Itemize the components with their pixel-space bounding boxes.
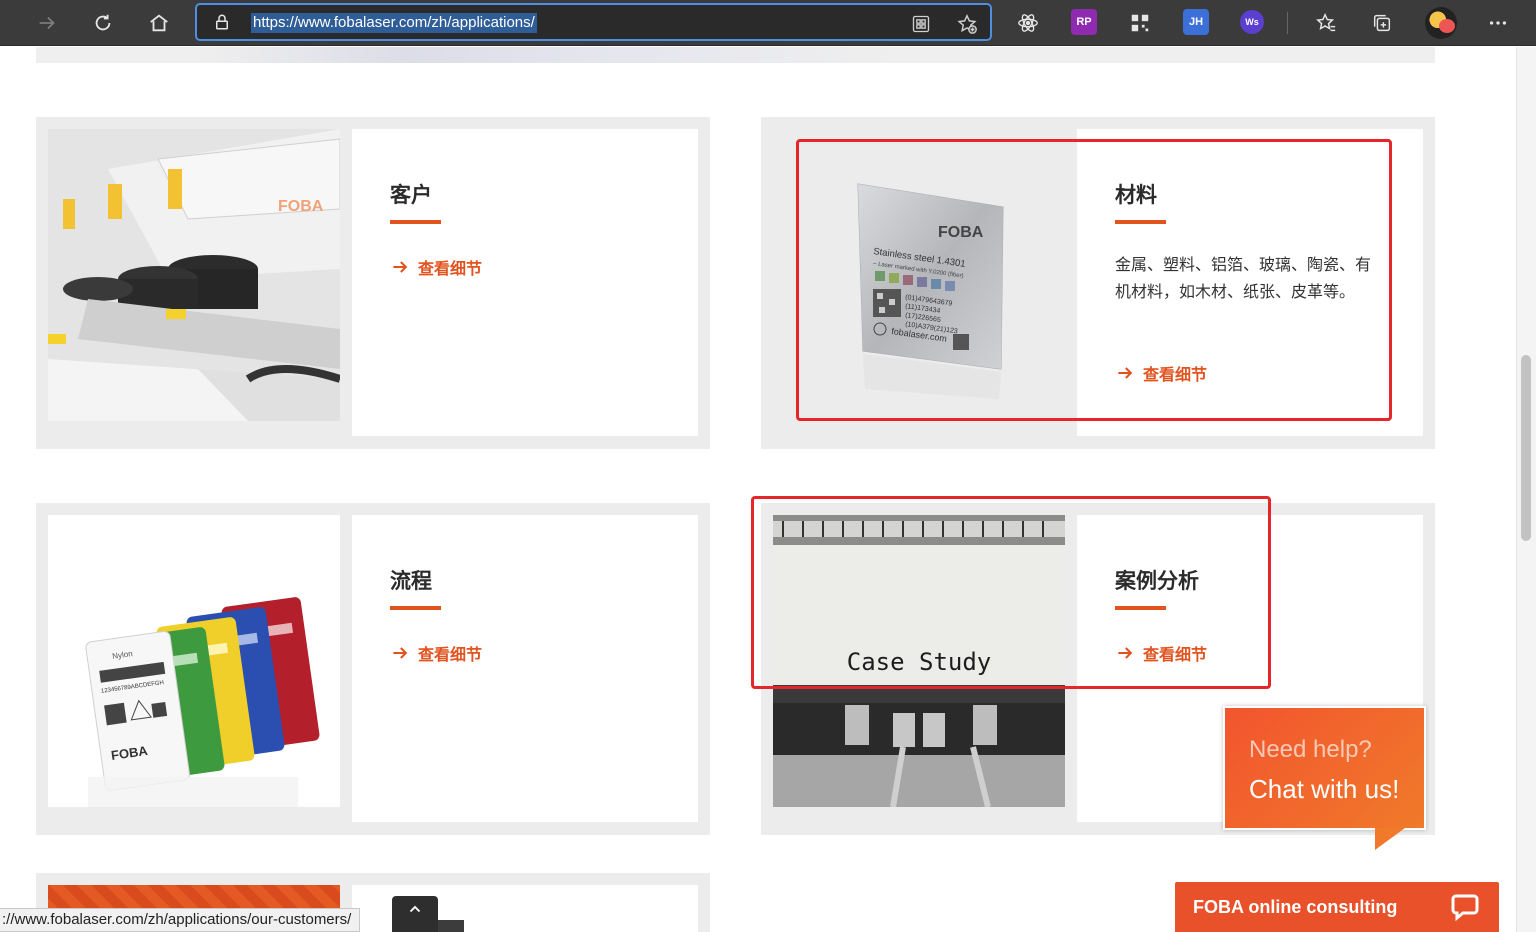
view-details-link[interactable]: 查看细节 (390, 255, 482, 279)
more-options-icon[interactable] (1482, 7, 1514, 39)
card-title: 流程 (390, 569, 432, 593)
nylon-tags-image[interactable]: Nylon 123456789ABCDEFGH FOBA (48, 515, 340, 807)
chevron-up-icon (409, 905, 421, 913)
card-customers-panel: 客户 查看细节 (352, 129, 698, 436)
forward-icon[interactable] (31, 7, 63, 39)
svg-text:FOBA: FOBA (278, 198, 324, 215)
arrow-right-icon (393, 261, 408, 273)
jh-extension-icon[interactable]: JH (1183, 9, 1209, 35)
chat-prompt-bubble[interactable]: Need help? Chat with us! (1223, 706, 1426, 830)
status-bar-url: ://www.fobalaser.com/zh/applications/our… (0, 908, 361, 932)
lock-icon[interactable] (213, 13, 231, 31)
card-process-panel: 流程 查看细节 (352, 515, 698, 822)
chat-prompt-line2: Chat with us! (1249, 774, 1400, 804)
chat-prompt-line1: Need help? (1249, 736, 1372, 763)
scroll-to-top-button[interactable] (392, 896, 438, 932)
highlight-box-materials (796, 139, 1392, 421)
chat-bubble-icon (1451, 894, 1479, 921)
ws-extension-icon[interactable]: Ws (1240, 10, 1264, 34)
arrow-right-icon (393, 647, 408, 659)
qr-code-icon[interactable] (1124, 7, 1156, 39)
title-underline (390, 606, 441, 610)
previous-card-edge (36, 47, 1435, 63)
card-customers[interactable]: FOBA 客户 查看细节 (36, 117, 710, 449)
reload-icon[interactable] (87, 7, 119, 39)
profile-avatar[interactable] (1425, 7, 1457, 39)
app-available-icon[interactable] (909, 12, 933, 36)
favorites-icon[interactable] (1310, 7, 1342, 39)
rp-extension-icon[interactable]: RP (1071, 9, 1097, 35)
card-process[interactable]: Nylon 123456789ABCDEFGH FOBA 流程 查看细节 (36, 503, 710, 835)
react-devtools-icon[interactable] (1012, 7, 1044, 39)
collections-icon[interactable] (1366, 7, 1398, 39)
chat-bubble-tail (1375, 828, 1405, 850)
online-consulting-button[interactable]: FOBA online consulting (1175, 882, 1499, 932)
online-consulting-label: FOBA online consulting (1193, 897, 1398, 917)
scrollbar-thumb[interactable] (1521, 355, 1531, 541)
title-underline (390, 220, 441, 224)
page-scrollbar[interactable] (1516, 47, 1536, 932)
address-bar[interactable]: https://www.fobalaser.com/zh/application… (195, 3, 992, 41)
highlight-box-case-study (751, 496, 1271, 689)
url-text[interactable]: https://www.fobalaser.com/zh/application… (251, 13, 537, 33)
toolbar-separator (1287, 12, 1288, 34)
home-icon[interactable] (143, 7, 175, 39)
view-details-link[interactable]: 查看细节 (390, 641, 482, 665)
add-favorite-icon[interactable] (955, 12, 979, 36)
card-title: 客户 (390, 183, 432, 207)
browser-toolbar: https://www.fobalaser.com/zh/application… (0, 0, 1536, 46)
laser-machine-image[interactable]: FOBA (48, 129, 340, 421)
